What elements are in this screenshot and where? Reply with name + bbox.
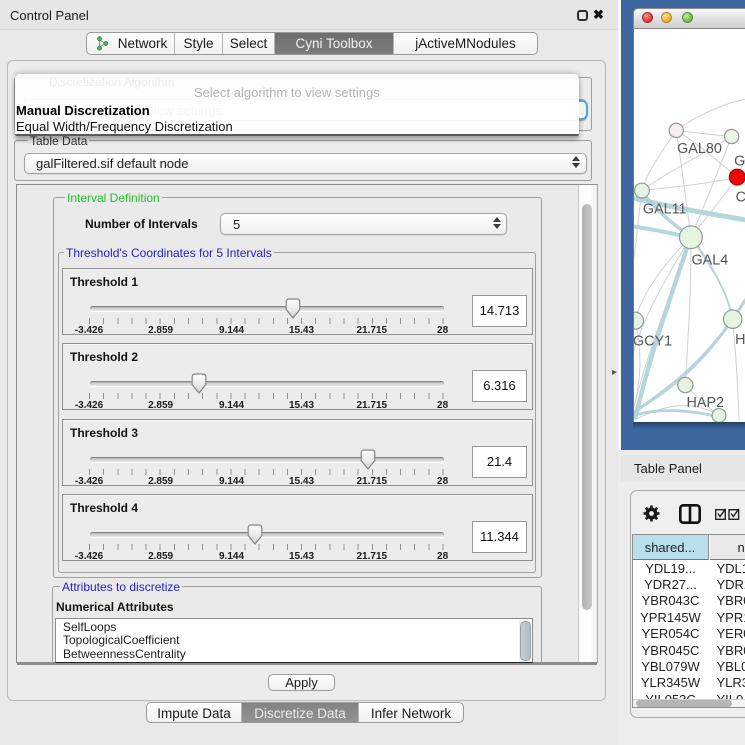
svg-text:GCY1: GCY1: [633, 333, 672, 349]
svg-text:GAL11: GAL11: [643, 201, 687, 217]
svg-text:GAL4: GAL4: [691, 252, 728, 268]
svg-text:H: H: [735, 331, 745, 347]
svg-text:GAL80: GAL80: [677, 141, 722, 157]
svg-text:GA: GA: [734, 153, 745, 169]
svg-text:HAP2: HAP2: [687, 394, 725, 410]
svg-text:C: C: [736, 189, 745, 205]
